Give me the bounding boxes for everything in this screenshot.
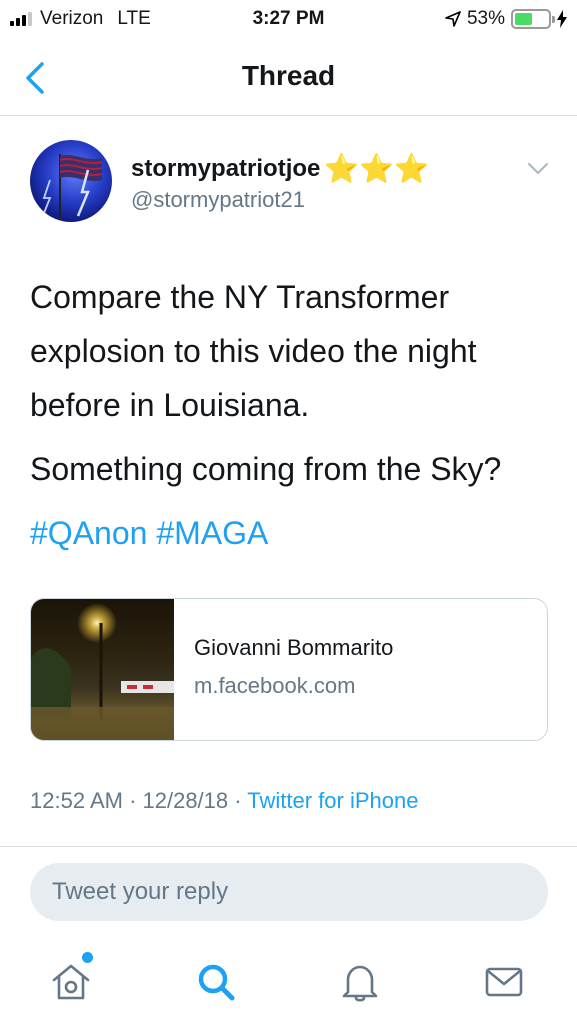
card-thumbnail <box>31 599 174 740</box>
display-name-text: stormypatriotjoe <box>131 154 321 182</box>
page-title: Thread <box>241 60 336 91</box>
tweet-source-link[interactable]: Twitter for iPhone <box>247 788 418 813</box>
status-bar: Verizon LTE 3:27 PM 53% <box>0 0 577 40</box>
tweet-hashtags: #QAnon #MAGA <box>30 506 550 560</box>
charging-bolt-icon <box>557 10 567 28</box>
home-icon[interactable] <box>49 960 93 1004</box>
search-icon[interactable] <box>194 960 238 1004</box>
card-domain: m.facebook.com <box>194 673 356 698</box>
reply-input[interactable]: Tweet your reply <box>30 863 548 921</box>
tweet-text-paragraph-1: Compare the NY Transformer explosion to … <box>30 279 477 423</box>
link-card[interactable]: Giovanni Bommarito m.facebook.com <box>30 598 548 741</box>
battery-icon <box>511 9 555 29</box>
user-handle: @stormypatriot21 <box>131 187 305 212</box>
hashtag-qanon[interactable]: #QAnon <box>30 515 147 551</box>
status-right: 53% <box>445 8 567 30</box>
chevron-down-icon[interactable] <box>527 162 549 176</box>
flag-lightning-avatar-image <box>41 154 103 220</box>
tweet-text: Compare the NY Transformer explosion to … <box>30 270 550 560</box>
messages-envelope-icon[interactable] <box>482 960 526 1004</box>
battery-fill <box>515 13 532 25</box>
notifications-bell-icon[interactable] <box>338 960 382 1004</box>
location-arrow-icon <box>445 11 461 27</box>
battery-percent: 53% <box>466 8 505 29</box>
hashtag-maga[interactable]: #MAGA <box>156 515 268 551</box>
night-street-thumbnail-image <box>31 603 174 740</box>
nav-bar: Thread <box>0 40 577 116</box>
display-name: stormypatriotjoe ⭐⭐⭐ <box>131 152 429 185</box>
new-content-dot <box>82 952 93 963</box>
star-emoji-icon: ⭐⭐⭐ <box>324 153 430 185</box>
reply-bar: Tweet your reply <box>0 846 577 936</box>
tab-bar <box>0 936 577 1024</box>
avatar[interactable] <box>30 140 112 222</box>
author-block[interactable]: stormypatriotjoe ⭐⭐⭐ @stormypatriot21 <box>131 152 429 213</box>
tweet-meta: 12:52 AM · 12/28/18 · Twitter for iPhone <box>30 788 418 814</box>
tweet-timestamp: 12:52 AM · 12/28/18 · <box>30 788 248 813</box>
card-title: Giovanni Bommarito <box>194 635 394 660</box>
tweet-text-paragraph-2: Something coming from the Sky? <box>30 451 502 487</box>
